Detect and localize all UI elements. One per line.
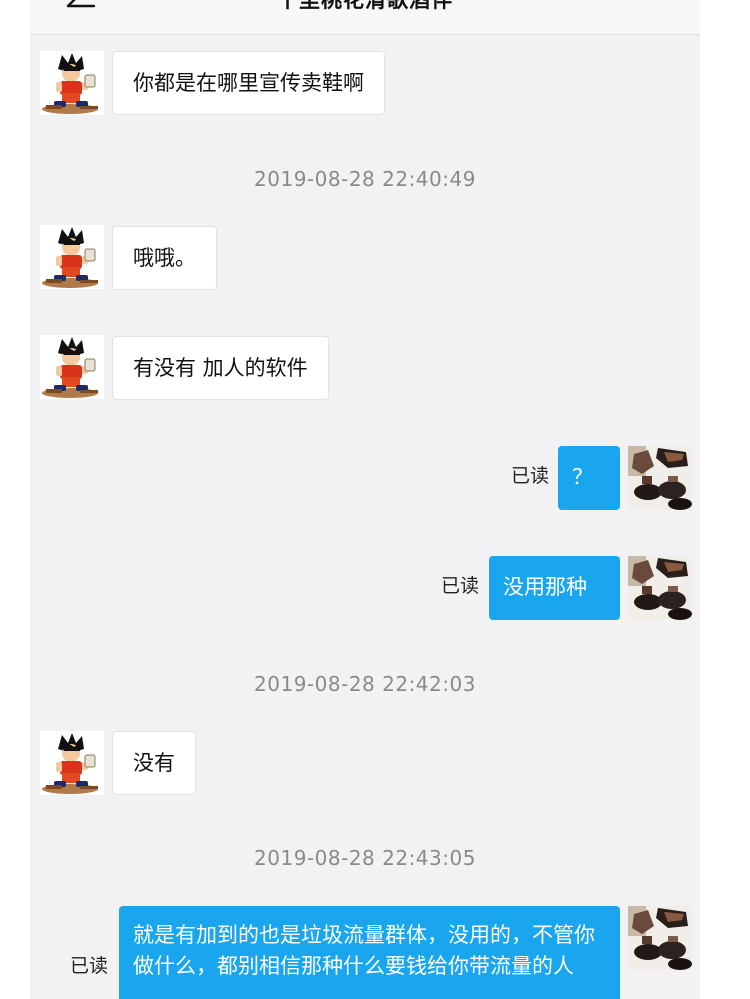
contact-avatar[interactable] <box>40 51 104 115</box>
chat-panel: 十里桃花清歌酒伴 你都是在哪里宣传卖鞋啊 2019-08-28 22:40:49… <box>30 0 700 999</box>
chat-title: 十里桃花清歌酒伴 <box>277 0 453 12</box>
message-bubble-outgoing[interactable]: ？ <box>558 446 620 510</box>
read-status: 已读 <box>441 575 480 597</box>
message-bubble-incoming[interactable]: 哦哦。 <box>112 226 217 290</box>
timestamp: 2019-08-28 22:40:49 <box>254 167 476 191</box>
contact-avatar[interactable] <box>40 731 104 795</box>
message-bubble-incoming[interactable]: 你都是在哪里宣传卖鞋啊 <box>112 51 385 115</box>
my-avatar[interactable] <box>628 556 692 620</box>
message-bubble-incoming[interactable]: 没有 <box>112 731 196 795</box>
read-status: 已读 <box>70 955 109 977</box>
read-status: 已读 <box>511 465 550 487</box>
contact-avatar[interactable] <box>40 225 104 289</box>
my-avatar[interactable] <box>628 906 692 970</box>
message-bubble-incoming[interactable]: 有没有 加人的软件 <box>112 336 329 400</box>
message-bubble-outgoing[interactable]: 没用那种 <box>489 556 620 620</box>
more-dots-icon[interactable] <box>622 0 662 4</box>
nav-bar: 十里桃花清歌酒伴 <box>30 0 700 35</box>
timestamp: 2019-08-28 22:42:03 <box>254 672 476 696</box>
timestamp: 2019-08-28 22:43:05 <box>254 846 476 870</box>
message-bubble-outgoing[interactable]: 就是有加到的也是垃圾流量群体，没用的，不管你做什么，都别相信那种什么要钱给你带流… <box>119 906 620 999</box>
my-avatar[interactable] <box>628 446 692 510</box>
contact-avatar[interactable] <box>40 335 104 399</box>
